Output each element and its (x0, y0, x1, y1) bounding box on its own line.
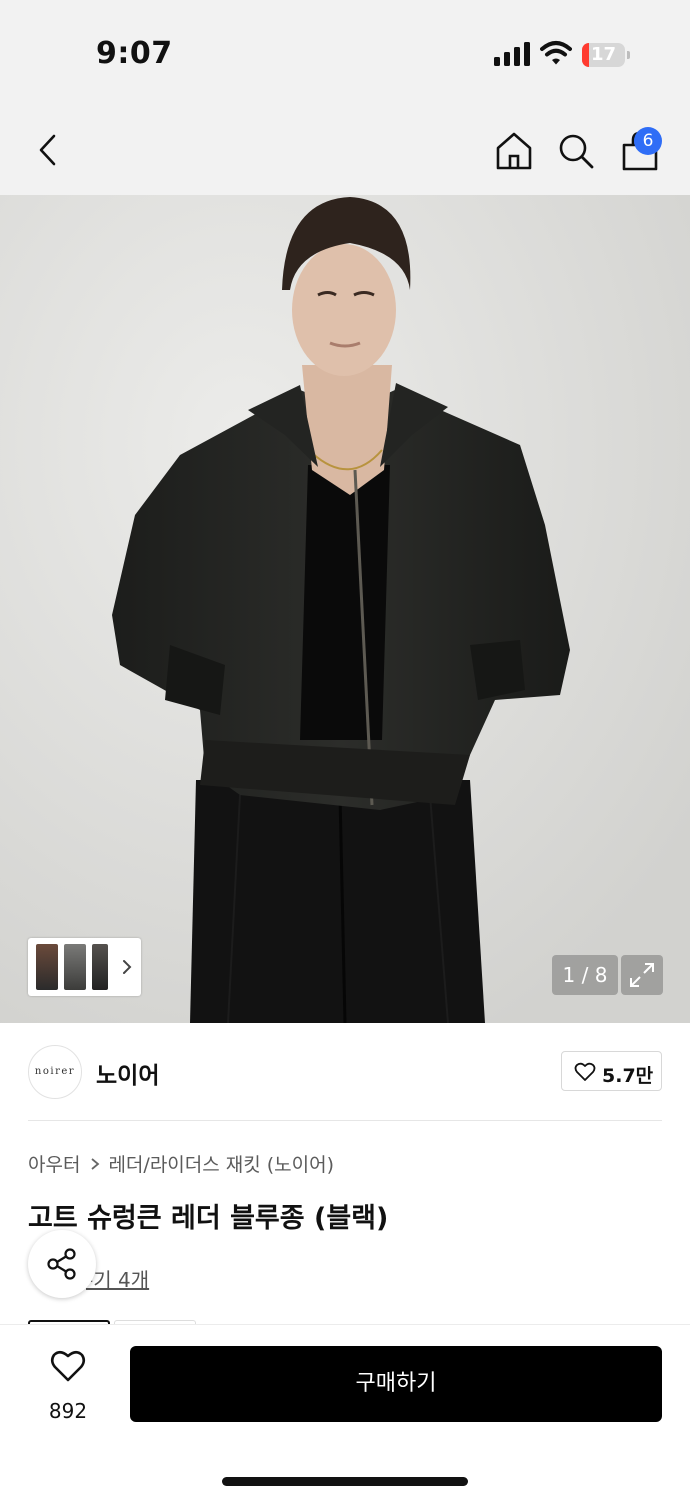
image-page-indicator: 1 / 8 (552, 955, 618, 995)
battery-level: 17 (590, 44, 617, 65)
share-button[interactable] (28, 1230, 96, 1298)
wishlist-button[interactable]: 892 (28, 1345, 108, 1431)
breadcrumb: 아우터 레더/라이더스 재킷 (노이어) (28, 1150, 334, 1177)
buy-button[interactable]: 구매하기 (130, 1346, 662, 1422)
thumbnail-strip[interactable] (28, 938, 141, 996)
battery-icon: 17 (582, 43, 630, 67)
breadcrumb-item[interactable]: 아우터 (28, 1150, 80, 1177)
divider (28, 1120, 662, 1121)
back-icon[interactable] (30, 130, 66, 170)
status-time: 9:07 (96, 36, 173, 71)
brand-like-button[interactable]: 5.7만 (561, 1051, 662, 1091)
breadcrumb-item[interactable]: 레더/라이더스 재킷 (노이어) (108, 1150, 334, 1177)
product-title: 고트 슈렁큰 레더 블루종 (블랙) (28, 1203, 389, 1234)
product-image-gallery[interactable]: 1 / 8 (0, 195, 690, 1023)
home-indicator (222, 1477, 468, 1486)
brand-logo[interactable]: noirer (28, 1045, 82, 1099)
top-nav-bar (0, 105, 690, 195)
expand-icon (630, 963, 654, 987)
home-icon[interactable] (494, 131, 534, 171)
heart-icon (574, 1062, 596, 1081)
share-icon (47, 1248, 76, 1280)
brand-like-count: 5.7만 (602, 1065, 654, 1087)
brand-name[interactable]: 노이어 (96, 1056, 159, 1090)
wifi-icon (540, 41, 572, 65)
wishlist-count: 892 (48, 1399, 88, 1423)
status-bar: 9:07 17 (0, 0, 690, 105)
signal-icon (494, 42, 530, 66)
search-icon[interactable] (556, 131, 596, 171)
chevron-right-icon (123, 960, 132, 974)
chevron-right-icon (91, 1157, 100, 1170)
heart-icon (50, 1350, 86, 1382)
bottom-action-bar: 892 구매하기 (0, 1324, 690, 1500)
product-photo (0, 195, 690, 1023)
cart-count-badge: 6 (634, 127, 662, 155)
expand-image-button[interactable] (621, 955, 663, 995)
